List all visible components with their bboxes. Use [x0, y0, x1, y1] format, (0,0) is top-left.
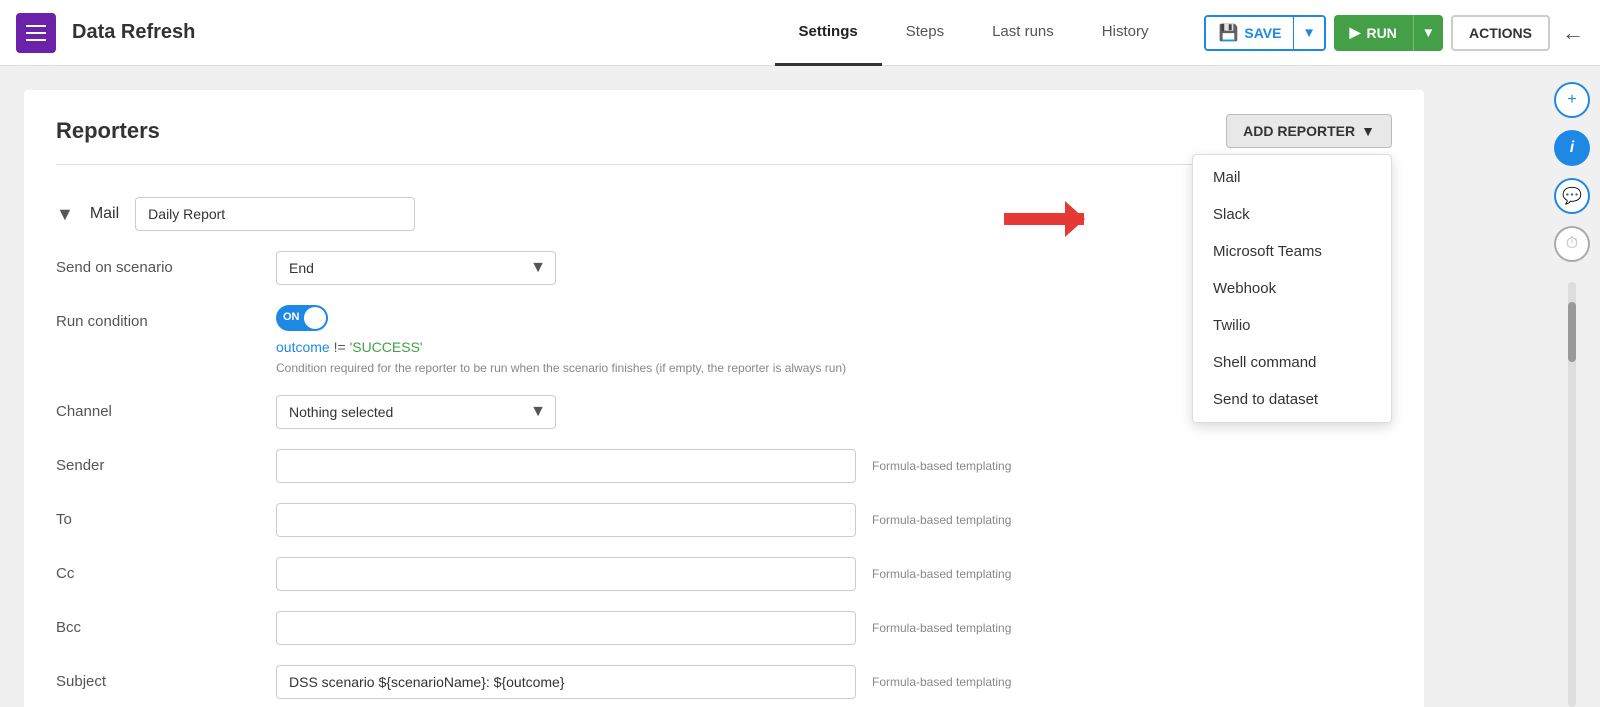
mail-name-input[interactable]	[135, 197, 415, 231]
channel-label: Channel	[56, 395, 276, 420]
subject-input[interactable]	[276, 665, 856, 699]
toggle-knob	[304, 307, 326, 329]
clock-icon[interactable]: ⏱	[1554, 226, 1590, 262]
toggle-wrapper: ON	[276, 305, 856, 331]
sender-control	[276, 449, 856, 483]
tab-steps[interactable]: Steps	[882, 0, 968, 66]
toggle-on-label: ON	[283, 311, 300, 323]
subject-label: Subject	[56, 665, 276, 690]
annotation-arrow	[1004, 213, 1084, 225]
send-on-scenario-select-wrapper: End ▼	[276, 251, 556, 285]
run-button-group: ▶ RUN ▼	[1334, 15, 1443, 51]
channel-select-wrapper: Nothing selected ▼	[276, 395, 556, 429]
card-title: Reporters	[56, 118, 160, 144]
tab-settings[interactable]: Settings	[775, 0, 882, 66]
code-keyword: outcome	[276, 339, 330, 355]
bcc-formula-hint: Formula-based templating	[872, 611, 1011, 635]
dropdown-item-send-to-dataset[interactable]: Send to dataset	[1193, 381, 1391, 418]
cc-formula-hint: Formula-based templating	[872, 557, 1011, 581]
actions-button[interactable]: ACTIONS	[1451, 15, 1550, 51]
mail-chevron-icon[interactable]: ▼	[56, 204, 74, 225]
navbar-actions: 💾 SAVE ▼ ▶ RUN ▼ ACTIONS ←	[1204, 15, 1584, 51]
navbar: Data Refresh Settings Steps Last runs Hi…	[0, 0, 1600, 66]
cc-control	[276, 557, 856, 591]
chat-icon[interactable]: 💬	[1554, 178, 1590, 214]
subject-control	[276, 665, 856, 699]
to-row: To Formula-based templating	[56, 503, 1392, 537]
cc-row: Cc Formula-based templating	[56, 557, 1392, 591]
channel-control: Nothing selected ▼	[276, 395, 856, 429]
dropdown-item-twilio[interactable]: Twilio	[1193, 307, 1391, 344]
sender-input[interactable]	[276, 449, 856, 483]
nav-tabs: Settings Steps Last runs History	[775, 0, 1173, 66]
dropdown-item-webhook[interactable]: Webhook	[1193, 270, 1391, 307]
tab-history[interactable]: History	[1078, 0, 1173, 66]
send-on-scenario-select[interactable]: End	[276, 251, 556, 285]
cc-label: Cc	[56, 557, 276, 582]
add-icon[interactable]: +	[1554, 82, 1590, 118]
condition-hint: Condition required for the reporter to b…	[276, 361, 856, 375]
subject-formula-hint: Formula-based templating	[872, 665, 1011, 689]
bcc-input[interactable]	[276, 611, 856, 645]
reporter-dropdown-menu: Mail Slack Microsoft Teams Webhook Twili…	[1192, 154, 1392, 423]
save-button-group: 💾 SAVE ▼	[1204, 15, 1325, 51]
send-on-scenario-control: End ▼	[276, 251, 856, 285]
cc-input[interactable]	[276, 557, 856, 591]
run-condition-control: ON outcome != 'SUCCESS' Condition requir…	[276, 305, 856, 375]
dropdown-item-shell-command[interactable]: Shell command	[1193, 344, 1391, 381]
scrollbar-thumb	[1568, 302, 1576, 362]
add-reporter-container: ADD REPORTER ▼ Mail Slack Microsoft Team…	[1226, 114, 1392, 148]
to-input[interactable]	[276, 503, 856, 537]
sender-label: Sender	[56, 449, 276, 474]
save-dropdown-button[interactable]: ▼	[1293, 17, 1323, 49]
subject-row: Subject Formula-based templating	[56, 665, 1392, 699]
main-content: Reporters ADD REPORTER ▼ Mail Slack Micr…	[0, 66, 1600, 707]
hamburger-icon	[26, 25, 46, 41]
sender-formula-hint: Formula-based templating	[872, 449, 1011, 473]
to-label: To	[56, 503, 276, 528]
content-card: Reporters ADD REPORTER ▼ Mail Slack Micr…	[24, 90, 1424, 707]
run-dropdown-button[interactable]: ▼	[1413, 15, 1443, 51]
channel-select[interactable]: Nothing selected	[276, 395, 556, 429]
scrollbar-track[interactable]	[1568, 282, 1576, 707]
add-reporter-button[interactable]: ADD REPORTER ▼	[1226, 114, 1392, 148]
mail-label: Mail	[90, 205, 119, 223]
info-icon[interactable]: i	[1554, 130, 1590, 166]
tab-last-runs[interactable]: Last runs	[968, 0, 1078, 66]
run-button[interactable]: ▶ RUN	[1334, 15, 1413, 51]
menu-button[interactable]	[16, 13, 56, 53]
chevron-down-icon: ▼	[1361, 123, 1375, 139]
run-icon: ▶	[1350, 24, 1361, 41]
bcc-row: Bcc Formula-based templating	[56, 611, 1392, 645]
condition-code-line: outcome != 'SUCCESS'	[276, 339, 856, 355]
save-icon: 💾	[1218, 23, 1238, 43]
run-condition-label: Run condition	[56, 305, 276, 330]
dropdown-item-slack[interactable]: Slack	[1193, 196, 1391, 233]
back-button[interactable]: ←	[1562, 20, 1584, 46]
bcc-label: Bcc	[56, 611, 276, 636]
to-control	[276, 503, 856, 537]
sender-row: Sender Formula-based templating	[56, 449, 1392, 483]
send-on-scenario-label: Send on scenario	[56, 251, 276, 276]
right-sidebar: + i 💬 ⏱	[1544, 66, 1600, 707]
app-title: Data Refresh	[72, 21, 195, 44]
card-header: Reporters ADD REPORTER ▼ Mail Slack Micr…	[56, 114, 1392, 165]
bcc-control	[276, 611, 856, 645]
save-button[interactable]: 💾 SAVE	[1206, 17, 1293, 49]
dropdown-item-mail[interactable]: Mail	[1193, 159, 1391, 196]
dropdown-item-microsoft-teams[interactable]: Microsoft Teams	[1193, 233, 1391, 270]
code-neq-operator: !=	[334, 339, 346, 355]
code-string: 'SUCCESS'	[350, 339, 423, 355]
run-condition-toggle[interactable]: ON	[276, 305, 328, 331]
to-formula-hint: Formula-based templating	[872, 503, 1011, 527]
